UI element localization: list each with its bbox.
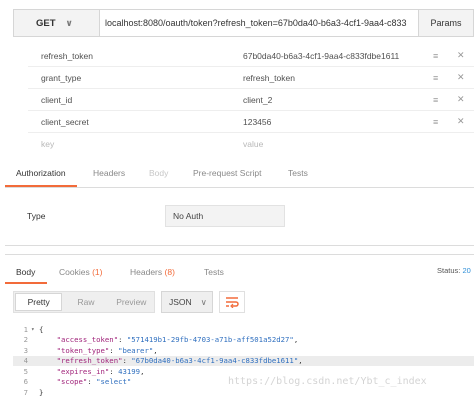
headers-label: Headers [130, 267, 163, 277]
param-value[interactable]: 123456 [243, 117, 271, 127]
tab-pre-request-script[interactable]: Pre-request Script [193, 168, 262, 178]
wrap-icon [226, 297, 239, 308]
line-number: 2 [23, 335, 28, 345]
format-value: JSON [169, 297, 192, 307]
tab-test-results[interactable]: Tests [204, 267, 224, 277]
request-tabs: Authorization Headers Body Pre-request S… [5, 160, 474, 188]
json-value: "67b0da40-b6a3-4cf1-9aa4-c833fdbe1611" [131, 356, 299, 366]
method-select[interactable]: GET ∨ [13, 9, 99, 37]
chevron-down-icon: ∨ [65, 17, 73, 28]
json-key: "expires_in" [56, 366, 110, 376]
headers-count: (8) [164, 267, 175, 277]
new-key-input[interactable]: key [41, 139, 54, 149]
code-line: 5 "expires_in" : 43199 , [13, 366, 474, 377]
line-number: 6 [23, 377, 28, 387]
auth-type-select[interactable]: No Auth [165, 205, 285, 227]
json-key: "scope" [56, 377, 88, 387]
delete-icon[interactable]: ✕ [457, 50, 465, 61]
fold-icon[interactable]: ▾ [31, 326, 39, 333]
json-punct: , [298, 356, 303, 366]
json-value: "571419b1-29fb-4703-a71b-aff501a52d27" [126, 335, 294, 345]
line-number: 3 [23, 345, 28, 355]
code-text: } [39, 387, 44, 397]
param-row-new: key value [28, 133, 474, 155]
chevron-down-icon: ∨ [200, 296, 207, 307]
wrap-lines-button[interactable] [219, 291, 245, 313]
json-key: "token_type" [56, 345, 110, 355]
cookies-label: Cookies [59, 267, 90, 277]
delete-icon[interactable]: ✕ [457, 116, 465, 127]
line-number: 7 [23, 387, 28, 397]
auth-type-value: No Auth [173, 211, 204, 221]
pretty-button[interactable]: Pretty [15, 293, 63, 311]
auth-panel: Type No Auth [5, 188, 474, 246]
code-line: 4 "refresh_token" : "67b0da40-b6a3-4cf1-… [13, 355, 474, 366]
json-value: "bearer" [118, 345, 154, 355]
reorder-icon[interactable]: ≡ [433, 95, 438, 105]
raw-button[interactable]: Raw [63, 292, 108, 312]
tab-body[interactable]: Body [149, 168, 168, 178]
line-number: 5 [23, 366, 28, 376]
reorder-icon[interactable]: ≡ [433, 51, 438, 61]
active-tab-indicator [5, 282, 47, 284]
param-row: client_secret 123456 ≡ ✕ [28, 111, 474, 133]
new-value-input[interactable]: value [243, 139, 263, 149]
delete-icon[interactable]: ✕ [457, 72, 465, 83]
json-punct: , [140, 366, 145, 376]
tab-tests[interactable]: Tests [288, 168, 308, 178]
auth-type-label: Type [27, 211, 46, 221]
url-input[interactable]: localhost:8080/oauth/token?refresh_token… [99, 9, 419, 37]
tab-headers[interactable]: Headers [93, 168, 125, 178]
param-value[interactable]: 67b0da40-b6a3-4cf1-9aa4-c833fdbe1611 [243, 51, 399, 61]
tab-response-body[interactable]: Body [16, 267, 35, 277]
params-button[interactable]: Params [419, 9, 474, 37]
json-value: 43199 [118, 366, 141, 376]
json-value: "select" [96, 377, 132, 387]
param-value[interactable]: client_2 [243, 95, 272, 105]
tab-authorization[interactable]: Authorization [16, 168, 66, 178]
view-mode-toggle: Pretty Raw Preview [13, 291, 155, 313]
json-key: "refresh_token" [56, 356, 123, 366]
line-number: 1 [23, 324, 28, 334]
response-body-code[interactable]: 1 ▾ { 2 "access_token" : "571419b1-29fb-… [13, 324, 474, 405]
code-line: 7 } [13, 387, 474, 398]
code-line: 1 ▾ { [13, 324, 474, 335]
preview-button[interactable]: Preview [109, 292, 154, 312]
params-table: refresh_token 67b0da40-b6a3-4cf1-9aa4-c8… [28, 45, 474, 155]
tab-response-headers[interactable]: Headers (8) [130, 267, 175, 277]
param-row: client_id client_2 ≡ ✕ [28, 89, 474, 111]
param-value[interactable]: refresh_token [243, 73, 295, 83]
param-key[interactable]: client_id [41, 95, 72, 105]
reorder-icon[interactable]: ≡ [433, 117, 438, 127]
json-key: "access_token" [56, 335, 119, 345]
param-key[interactable]: client_secret [41, 117, 89, 127]
line-number: 4 [23, 356, 28, 366]
status-label: Status: [437, 266, 461, 275]
tab-cookies[interactable]: Cookies (1) [59, 267, 102, 277]
code-line: 2 "access_token" : "571419b1-29fb-4703-a… [13, 335, 474, 346]
code-line: 3 "token_type" : "bearer" , [13, 345, 474, 356]
status-code: 20 [462, 266, 471, 275]
param-key[interactable]: grant_type [41, 73, 81, 83]
cookies-count: (1) [92, 267, 103, 277]
format-select[interactable]: JSON ∨ [161, 291, 213, 313]
code-text: { [39, 324, 44, 334]
reorder-icon[interactable]: ≡ [433, 73, 438, 83]
param-key[interactable]: refresh_token [41, 51, 93, 61]
json-punct: , [153, 345, 158, 355]
watermark: https://blog.csdn.net/Ybt_c_index [228, 376, 427, 387]
delete-icon[interactable]: ✕ [457, 94, 465, 105]
param-row: refresh_token 67b0da40-b6a3-4cf1-9aa4-c8… [28, 45, 474, 67]
param-row: grant_type refresh_token ≡ ✕ [28, 67, 474, 89]
request-bar: GET ∨ localhost:8080/oauth/token?refresh… [13, 9, 474, 37]
status-readout: Status: 20 [437, 266, 471, 275]
json-punct: , [293, 335, 299, 345]
active-tab-indicator [5, 185, 77, 187]
method-label: GET [36, 17, 56, 29]
